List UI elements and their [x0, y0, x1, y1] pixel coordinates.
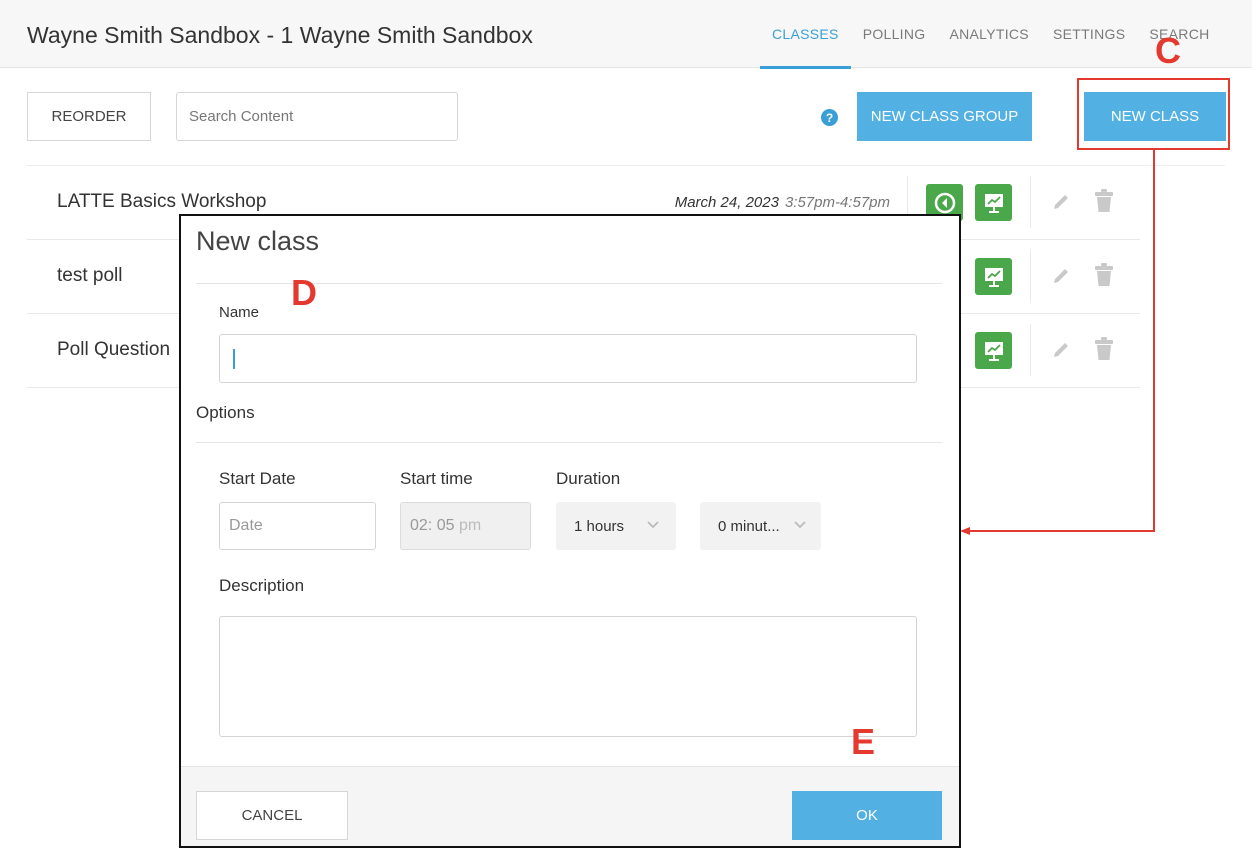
cancel-button[interactable]: CANCEL — [196, 791, 348, 840]
divider — [1030, 176, 1031, 228]
present-button[interactable] — [975, 332, 1012, 369]
divider — [1030, 324, 1031, 376]
arrow-head-icon — [960, 527, 970, 535]
description-textarea[interactable] — [219, 616, 917, 737]
divider — [1030, 250, 1031, 302]
presentation-icon — [984, 341, 1003, 361]
class-name[interactable]: LATTE Basics Workshop — [57, 191, 266, 213]
options-heading: Options — [196, 403, 255, 422]
start-time-ampm: pm — [458, 517, 482, 534]
annotation-arrow-line — [966, 530, 1155, 532]
chevron-down-icon — [647, 521, 659, 529]
main-nav: CLASSES POLLING ANALYTICS SETTINGS SEARC… — [760, 0, 1222, 69]
duration-hours-select[interactable]: 1 hours — [556, 502, 676, 550]
annotation-arrow-line — [1153, 150, 1155, 532]
present-button[interactable] — [975, 258, 1012, 295]
app-title: Wayne Smith Sandbox - 1 Wayne Smith Sand… — [27, 22, 533, 48]
duration-minutes-value: 0 minut... — [718, 517, 780, 535]
trash-icon[interactable] — [1093, 262, 1115, 293]
top-bar: Wayne Smith Sandbox - 1 Wayne Smith Sand… — [0, 0, 1252, 69]
annotation-label-e: E — [851, 721, 876, 762]
divider — [196, 442, 942, 443]
tab-classes[interactable]: CLASSES — [760, 0, 851, 69]
tab-analytics[interactable]: ANALYTICS — [937, 0, 1040, 68]
start-date-label: Start Date — [219, 469, 296, 488]
class-name[interactable]: test poll — [57, 265, 122, 287]
text-caret — [233, 349, 235, 369]
class-date: March 24, 2023 3:57pm-4:57pm — [675, 194, 890, 211]
presentation-icon — [984, 267, 1003, 287]
play-icon — [934, 192, 955, 213]
present-button[interactable] — [975, 184, 1012, 221]
trash-icon[interactable] — [1093, 188, 1115, 219]
edit-icon[interactable] — [1051, 340, 1071, 365]
trash-icon[interactable] — [1093, 336, 1115, 367]
annotation-label-c: C — [1155, 30, 1181, 71]
edit-icon[interactable] — [1051, 266, 1071, 291]
start-time-field[interactable]: 02: 05 pm — [400, 502, 531, 550]
start-time-value: 02: 05 — [410, 517, 455, 534]
tab-settings[interactable]: SETTINGS — [1041, 0, 1137, 68]
dialog-title: New class — [196, 226, 320, 256]
class-date-text: March 24, 2023 — [674, 194, 779, 211]
class-time-text: 3:57pm-4:57pm — [784, 194, 890, 211]
new-class-dialog: New class Name Options Start Date Start … — [179, 214, 961, 848]
start-date-field[interactable] — [219, 502, 376, 550]
description-label: Description — [219, 576, 305, 595]
dialog-footer: CANCEL OK — [181, 766, 959, 846]
duration-hours-value: 1 hours — [574, 517, 625, 535]
duration-minutes-select[interactable]: 0 minut... — [700, 502, 821, 550]
new-class-group-button[interactable]: NEW CLASS GROUP — [857, 92, 1032, 141]
ok-button[interactable]: OK — [792, 791, 942, 840]
chevron-down-icon — [794, 521, 806, 529]
name-label: Name — [219, 304, 260, 321]
search-input[interactable] — [176, 92, 458, 141]
reorder-button[interactable]: REORDER — [27, 92, 151, 141]
help-icon[interactable]: ? — [821, 109, 838, 126]
tab-polling[interactable]: POLLING — [851, 0, 938, 68]
class-name[interactable]: Poll Question — [57, 339, 170, 361]
annotation-label-d: D — [291, 272, 317, 313]
duration-label: Duration — [556, 469, 621, 488]
edit-icon[interactable] — [1051, 192, 1071, 217]
presentation-icon — [984, 193, 1003, 213]
annotation-highlight-box — [1077, 78, 1230, 150]
name-field[interactable] — [219, 334, 917, 383]
start-time-label: Start time — [400, 469, 473, 488]
